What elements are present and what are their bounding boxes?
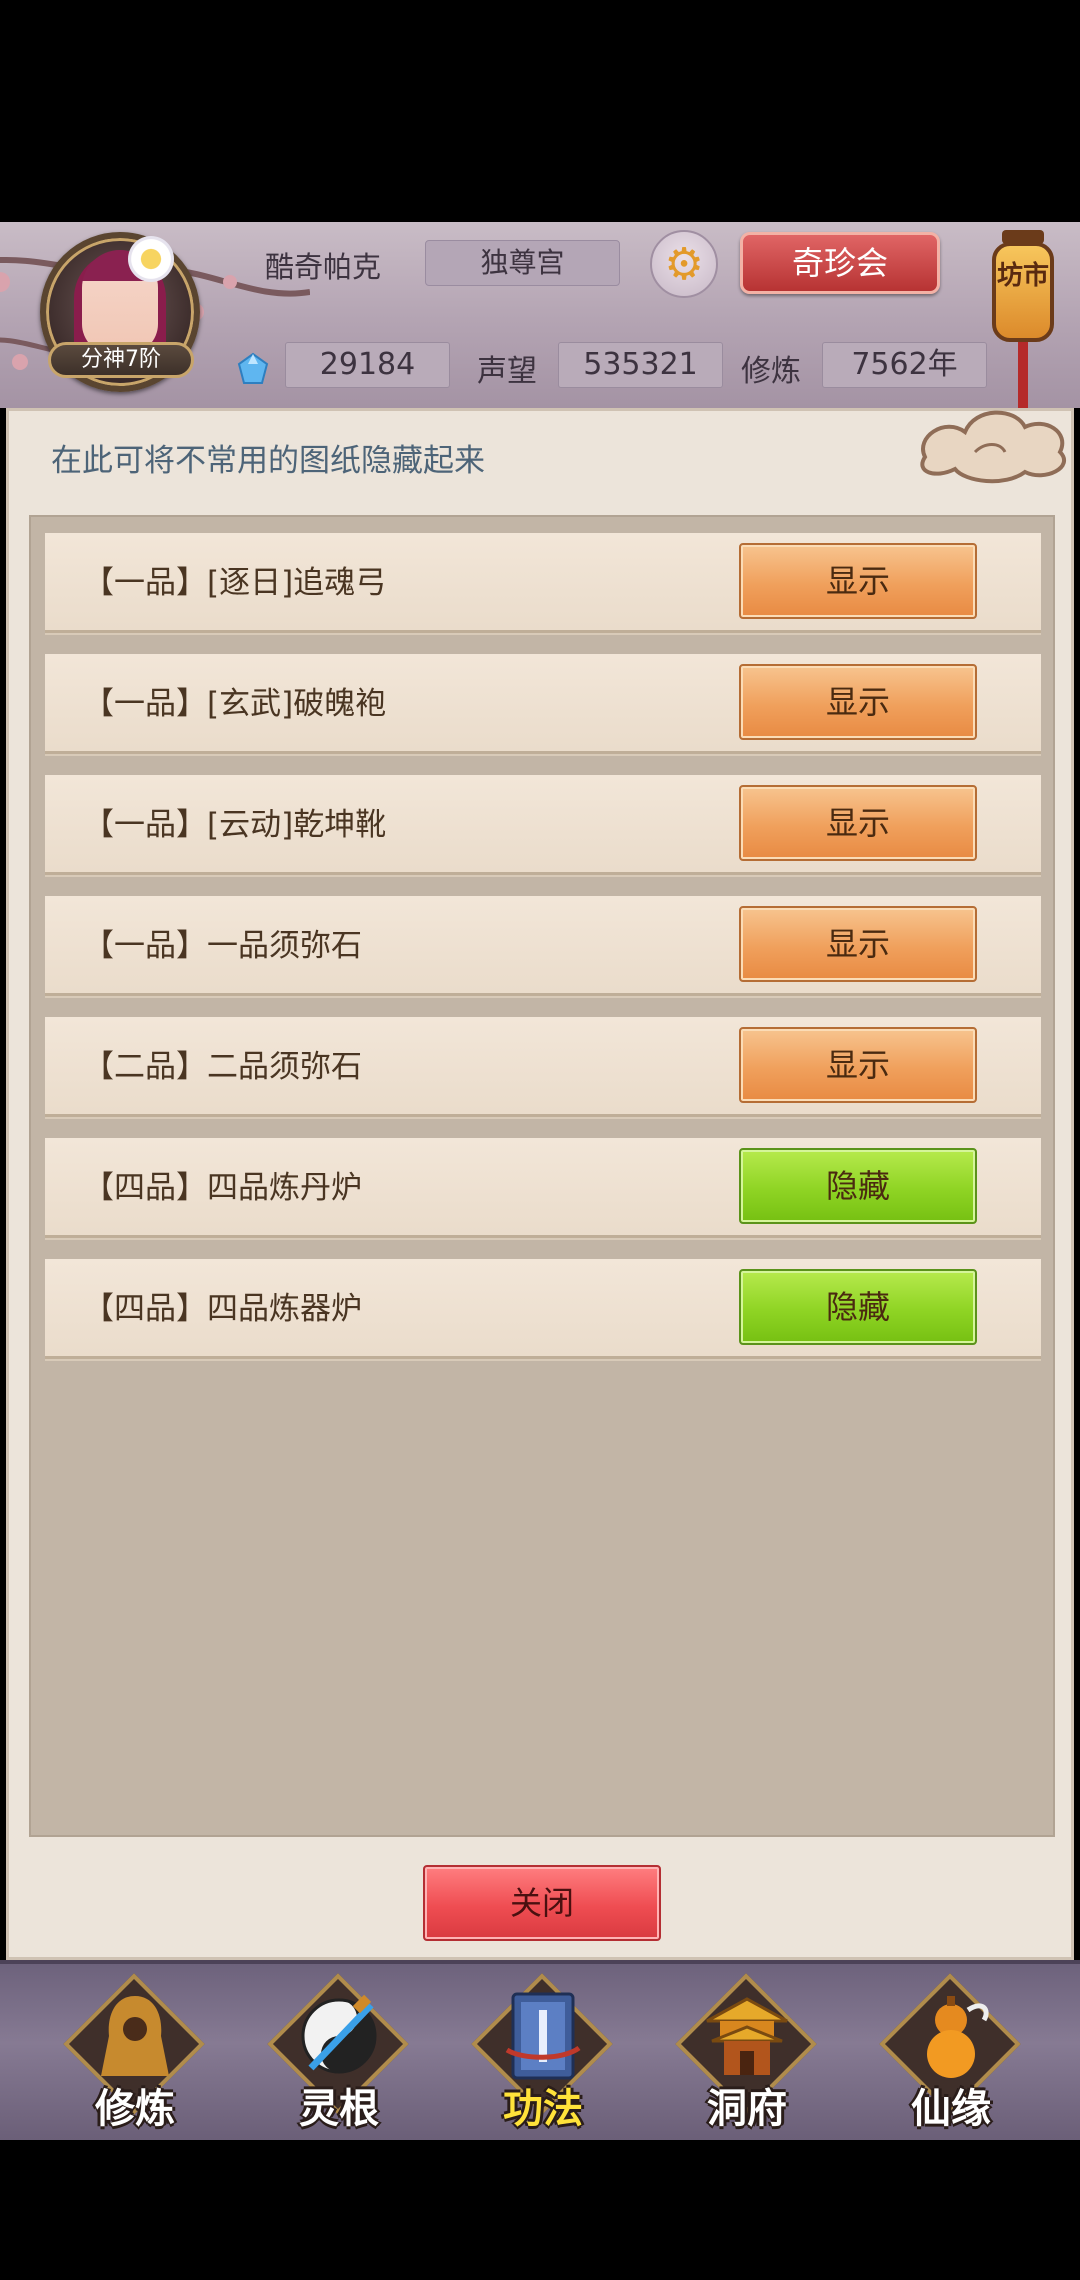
bottom-navigation: 修炼 灵根 功法 洞府 仙缘 [0, 1960, 1080, 2140]
nav-item-spirit-root[interactable]: 灵根 [254, 1973, 424, 2134]
list-item: 【一品】一品须弥石 显示 [45, 896, 1041, 996]
list-item: 【四品】四品炼丹炉 隐藏 [45, 1138, 1041, 1238]
market-sign: 坊市 [992, 242, 1054, 342]
show-button[interactable]: 显示 [739, 664, 977, 740]
close-button[interactable]: 关闭 [423, 1865, 661, 1941]
nav-label: 洞府 [707, 2086, 787, 2132]
hide-button[interactable]: 隐藏 [739, 1148, 977, 1224]
blueprint-name: 【四品】四品炼丹炉 [83, 1170, 362, 1206]
rank-badge: 分神7阶 [48, 342, 194, 378]
hair-flower-icon [128, 236, 174, 282]
book-icon [498, 1986, 588, 2086]
player-name: 酷奇帕克 [265, 250, 382, 284]
reputation-value: 535321 [558, 342, 723, 388]
nav-item-techniques[interactable]: 功法 [458, 1973, 628, 2134]
nav-item-immortal-fate[interactable]: 仙缘 [866, 1973, 1036, 2134]
treasure-market-button[interactable]: 奇珍会 [740, 232, 940, 294]
reputation-label: 声望 [477, 354, 537, 389]
blueprint-name: 【一品】一品须弥石 [83, 928, 362, 964]
game-screen: 分神7阶 酷奇帕克 独尊宫 ⚙ 奇珍会 坊市 29184 声望 535321 修… [0, 0, 1080, 2280]
list-item: 【一品】[玄武]破魄袍 显示 [45, 654, 1041, 754]
blueprint-name: 【一品】[玄武]破魄袍 [83, 686, 387, 722]
cultivation-label: 修炼 [741, 354, 801, 389]
show-button[interactable]: 显示 [739, 1027, 977, 1103]
guild-name[interactable]: 独尊宫 [425, 240, 620, 286]
settings-button[interactable]: ⚙ [650, 230, 718, 298]
hide-button[interactable]: 隐藏 [739, 1269, 977, 1345]
blueprint-name: 【二品】二品须弥石 [83, 1049, 362, 1085]
nav-item-cave-dwelling[interactable]: 洞府 [662, 1973, 832, 2134]
nav-label: 仙缘 [911, 2086, 991, 2132]
nav-label: 功法 [503, 2086, 583, 2132]
list-item: 【二品】二品须弥石 显示 [45, 1017, 1041, 1117]
show-button[interactable]: 显示 [739, 785, 977, 861]
hint-text: 在此可将不常用的图纸隐藏起来 [51, 443, 485, 479]
hide-blueprints-dialog: 在此可将不常用的图纸隐藏起来 【一品】[逐日]追魂弓 显示 【一品】[玄武]破魄… [6, 408, 1074, 1960]
blueprint-name: 【一品】[云动]乾坤靴 [83, 807, 387, 843]
player-header: 分神7阶 酷奇帕克 独尊宫 ⚙ 奇珍会 坊市 29184 声望 535321 修… [0, 222, 1080, 408]
monk-icon [90, 1986, 180, 2086]
list-item: 【四品】四品炼器炉 隐藏 [45, 1259, 1041, 1359]
gear-icon: ⚙ [664, 238, 704, 290]
nav-item-cultivate[interactable]: 修炼 [50, 1973, 220, 2134]
list-item: 【一品】[云动]乾坤靴 显示 [45, 775, 1041, 875]
blueprint-name: 【四品】四品炼器炉 [83, 1291, 362, 1327]
show-button[interactable]: 显示 [739, 543, 977, 619]
blueprint-name: 【一品】[逐日]追魂弓 [83, 565, 387, 601]
yin-yang-sword-icon [294, 1986, 384, 2086]
nav-label: 修炼 [95, 2086, 175, 2132]
nav-label: 灵根 [299, 2086, 379, 2132]
gourd-icon [906, 1986, 996, 2086]
list-item: 【一品】[逐日]追魂弓 显示 [45, 533, 1041, 633]
cultivation-value: 7562年 [822, 342, 987, 388]
cloud-decoration [920, 410, 1066, 484]
market-lantern-button[interactable]: 坊市 [990, 230, 1056, 408]
spirit-stone-icon [237, 352, 269, 384]
blueprint-list: 【一品】[逐日]追魂弓 显示 【一品】[玄武]破魄袍 显示 【一品】[云动]乾坤… [29, 515, 1055, 1837]
pavilion-icon [702, 1986, 792, 2086]
spirit-stone-count: 29184 [285, 342, 450, 388]
show-button[interactable]: 显示 [739, 906, 977, 982]
